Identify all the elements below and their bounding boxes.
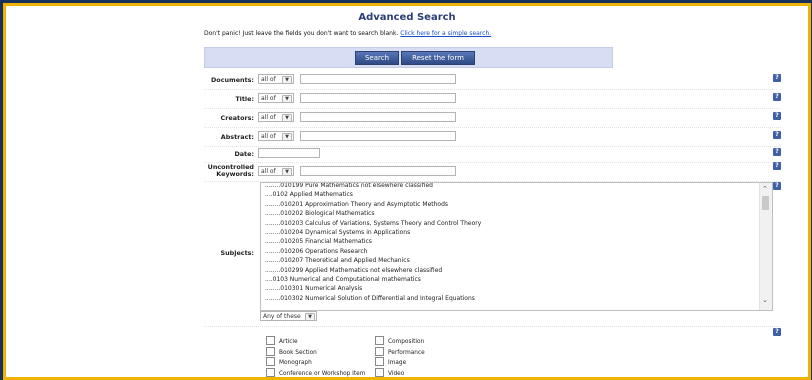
title-input[interactable] (300, 93, 456, 103)
documents-row: Documents: all of ▼ ? (204, 70, 781, 90)
help-icon[interactable]: ? (773, 74, 781, 82)
documents-match-value: all of (261, 76, 276, 83)
date-label: Date: (234, 150, 254, 158)
date-row: Date: ? (204, 146, 781, 163)
creators-match-value: all of (261, 114, 276, 121)
help-icon[interactable]: ? (773, 182, 781, 190)
creators-row: Creators: all of ▼ ? (204, 108, 781, 128)
advanced-search-window: Advanced Search Don't panic! Just leave … (3, 3, 811, 380)
item-type-checkbox[interactable] (375, 346, 384, 356)
help-icon[interactable]: ? (773, 93, 781, 101)
creators-label: Creators: (220, 114, 254, 122)
subject-option[interactable]: ........010205 Financial Mathematics (261, 237, 772, 246)
item-type-label: Composition (388, 339, 425, 345)
subject-option[interactable]: ........010302 Numerical Solution of Dif… (261, 294, 772, 303)
abstract-label: Abstract: (220, 133, 254, 141)
documents-match-select[interactable]: all of ▼ (258, 74, 294, 84)
help-icon[interactable]: ? (773, 112, 781, 120)
creators-input[interactable] (300, 112, 456, 122)
subject-option[interactable]: ........010207 Theoretical and Applied M… (261, 256, 772, 265)
item-type-label: Conference or Workshop Item (279, 370, 366, 377)
item-type-option[interactable]: Image (375, 357, 406, 366)
subjects-match-select[interactable]: Any of these ▼ (260, 311, 317, 321)
page-title: Advanced Search (358, 12, 456, 23)
abstract-row: Abstract: all of ▼ ? (204, 127, 781, 147)
item-type-checkbox[interactable] (375, 367, 384, 377)
chevron-down-icon: ▼ (282, 114, 292, 122)
help-icon[interactable]: ? (773, 328, 781, 336)
item-type-label: Performance (388, 349, 425, 356)
help-icon[interactable]: ? (773, 131, 781, 139)
item-type-label: Monograph (279, 360, 312, 366)
title-match-value: all of (261, 95, 276, 102)
item-type-option[interactable]: Performance (375, 346, 425, 356)
subjects-list: ........010199 Pure Mathematics not else… (261, 183, 772, 303)
subject-option[interactable]: ....0103 Numerical and Computational mat… (261, 275, 772, 284)
reset-form-button[interactable]: Reset the form (401, 51, 475, 65)
title-label: Title: (235, 95, 254, 103)
item-type-checkbox[interactable] (375, 357, 384, 366)
button-bar: Search Reset the form (204, 47, 613, 68)
item-type-checkbox[interactable] (266, 346, 275, 356)
item-type-option[interactable]: Article (266, 336, 298, 345)
chevron-up-icon[interactable]: ⌃ (762, 185, 768, 193)
subjects-listbox[interactable]: ........010199 Pure Mathematics not else… (260, 182, 773, 311)
creators-match-select[interactable]: all of ▼ (258, 112, 294, 122)
item-type-option[interactable]: Composition (375, 336, 424, 345)
chevron-down-icon[interactable]: ⌄ (762, 296, 768, 304)
subject-option[interactable]: ........010199 Pure Mathematics not else… (261, 183, 772, 190)
abstract-match-value: all of (261, 133, 276, 140)
scrollbar-thumb[interactable] (762, 196, 769, 210)
chevron-down-icon: ▼ (282, 95, 292, 103)
date-input[interactable] (258, 148, 320, 158)
subjects-scrollbar[interactable]: ⌃ ⌄ (759, 183, 772, 310)
item-type-label: Image (388, 360, 407, 366)
subjects-label: Subjects: (220, 249, 254, 257)
chevron-down-icon: ▼ (282, 168, 292, 176)
documents-input[interactable] (300, 74, 456, 84)
search-button[interactable]: Search (355, 51, 399, 65)
item-type-label: Article (279, 339, 298, 345)
simple-search-link[interactable]: Click here for a simple search. (400, 30, 491, 37)
item-type-checkbox[interactable] (266, 357, 275, 366)
intro-message: Don't panic! Just leave the fields you d… (204, 30, 399, 37)
keywords-match-select[interactable]: all of ▼ (258, 166, 294, 176)
item-type-label: Book Section (279, 349, 317, 356)
keywords-label: Uncontrolled Keywords: (207, 163, 254, 178)
subject-option[interactable]: ........010203 Calculus of Variations, S… (261, 219, 772, 228)
help-icon[interactable]: ? (773, 162, 781, 170)
item-type-option[interactable]: Book Section (266, 346, 317, 356)
item-type-option[interactable]: Video (375, 367, 405, 377)
title-match-select[interactable]: all of ▼ (258, 93, 294, 103)
item-type-checkbox[interactable] (266, 336, 275, 345)
subject-option[interactable]: ........010299 Applied Mathematics not e… (261, 266, 772, 275)
title-row: Title: all of ▼ ? (204, 89, 781, 109)
subject-option[interactable]: ........010206 Operations Research (261, 247, 772, 256)
item-type-label: Video (388, 370, 405, 377)
keywords-match-value: all of (261, 168, 276, 175)
help-icon[interactable]: ? (773, 148, 781, 156)
item-type-checkbox[interactable] (266, 367, 275, 377)
subject-option[interactable]: ........010201 Approximation Theory and … (261, 200, 772, 209)
item-type-option[interactable]: Monograph (266, 357, 312, 366)
keywords-input[interactable] (300, 166, 456, 176)
documents-label: Documents: (211, 76, 254, 84)
item-type-option[interactable]: Conference or Workshop Item (266, 367, 366, 377)
intro-text: Don't panic! Just leave the fields you d… (204, 30, 491, 37)
subject-option[interactable]: ........010202 Biological Mathematics (261, 209, 772, 218)
subjects-match-value: Any of these (263, 313, 301, 320)
chevron-down-icon: ▼ (305, 313, 315, 321)
abstract-match-select[interactable]: all of ▼ (258, 131, 294, 141)
item-type-checkbox[interactable] (375, 336, 384, 345)
subject-option[interactable]: ........010204 Dynamical Systems in Appl… (261, 228, 772, 237)
abstract-input[interactable] (300, 131, 456, 141)
chevron-down-icon: ▼ (282, 133, 292, 141)
chevron-down-icon: ▼ (282, 76, 292, 84)
keywords-row: Uncontrolled Keywords: all of ▼ ? (204, 162, 781, 182)
subject-option[interactable]: ....0102 Applied Mathematics (261, 190, 772, 199)
subject-option[interactable]: ........010301 Numerical Analysis (261, 284, 772, 293)
